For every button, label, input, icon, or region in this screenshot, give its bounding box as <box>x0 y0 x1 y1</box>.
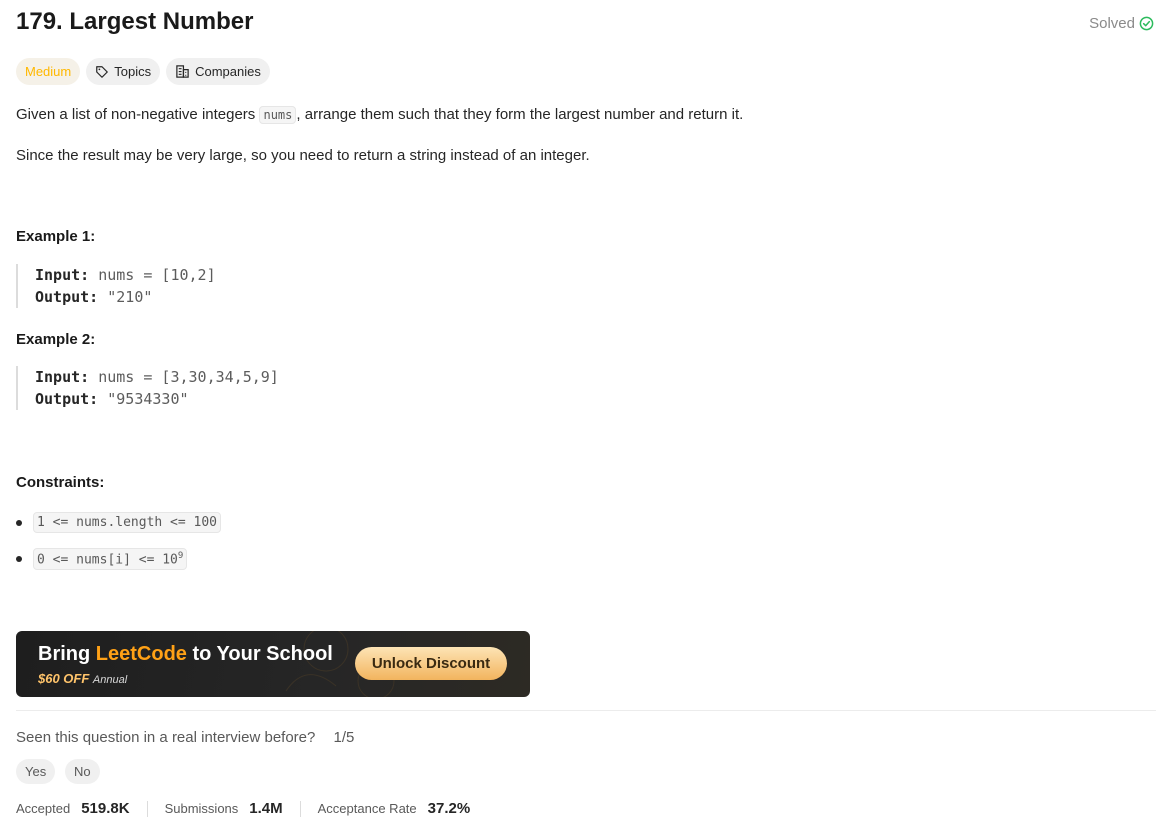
inline-code-nums: nums <box>259 106 297 124</box>
stats-separator <box>146 800 148 817</box>
no-button[interactable]: No <box>65 759 100 784</box>
solved-label: Solved <box>1089 15 1135 32</box>
banner-title-text: to Your School <box>192 643 333 665</box>
topics-label: Topics <box>114 64 152 79</box>
input-value: nums = [3,30,34,5,9] <box>98 368 279 386</box>
unlock-discount-button[interactable]: Unlock Discount <box>355 647 507 680</box>
description-text: , arrange them such that they form the l… <box>296 106 744 123</box>
example-1-block: Input: nums = [10,2] Output: "210" <box>16 264 216 308</box>
constraint-exponent: 9 <box>177 551 184 561</box>
offer-note: Annual <box>92 674 128 686</box>
accepted-label: Accepted <box>16 801 71 816</box>
building-icon <box>175 64 190 79</box>
acceptance-rate-value: 37.2% <box>427 800 471 817</box>
example-1-heading: Example 1: <box>16 228 96 245</box>
problem-tags: Medium Topics Companies <box>16 58 270 85</box>
check-circle-icon <box>1139 16 1154 31</box>
promo-banner[interactable]: Bring LeetCode to Your School $60 OFF An… <box>16 631 530 697</box>
constraints-heading: Constraints: <box>16 474 105 491</box>
solved-status: Solved <box>1089 15 1154 32</box>
yes-button[interactable]: Yes <box>16 759 56 784</box>
topics-button[interactable]: Topics <box>86 58 161 85</box>
difficulty-badge: Medium <box>16 58 81 85</box>
example-2-heading: Example 2: <box>16 331 96 348</box>
divider <box>16 710 1156 711</box>
constraint-item: 1 <= nums.length <= 100 <box>16 512 222 533</box>
question-pagination: 1/5 <box>333 729 355 746</box>
output-value: "9534330" <box>107 390 189 408</box>
constraint-text: 0 <= nums[i] <= 10 <box>37 552 178 568</box>
constraint-code: 1 <= nums.length <= 100 <box>33 512 222 533</box>
bullet <box>16 519 22 526</box>
constraint-item: 0 <= nums[i] <= 109 <box>16 548 188 571</box>
companies-label: Companies <box>195 64 261 79</box>
output-label: Output: <box>35 390 99 408</box>
bullet <box>16 556 22 563</box>
output-value: "210" <box>107 288 153 306</box>
description-paragraph-1: Given a list of non-negative integers nu… <box>16 106 744 124</box>
interview-question: Seen this question in a real interview b… <box>16 729 354 746</box>
companies-button[interactable]: Companies <box>166 58 270 85</box>
banner-title-text: Bring <box>38 643 91 665</box>
constraint-code: 0 <= nums[i] <= 109 <box>33 548 188 571</box>
offer-amount: $60 OFF <box>38 671 90 686</box>
accepted-value: 519.8K <box>81 800 130 817</box>
description-paragraph-2: Since the result may be very large, so y… <box>16 147 590 164</box>
acceptance-rate-label: Acceptance Rate <box>317 801 417 816</box>
banner-offer: $60 OFF Annual <box>38 671 127 686</box>
interview-question-text: Seen this question in a real interview b… <box>16 729 316 746</box>
output-label: Output: <box>35 288 99 306</box>
input-value: nums = [10,2] <box>98 266 216 284</box>
submissions-label: Submissions <box>164 801 239 816</box>
input-label: Input: <box>35 266 90 284</box>
submissions-value: 1.4M <box>249 800 283 817</box>
example-2-block: Input: nums = [3,30,34,5,9] Output: "953… <box>16 366 279 410</box>
input-label: Input: <box>35 368 90 386</box>
banner-brand: LeetCode <box>95 643 187 665</box>
description-text: Given a list of non-negative integers <box>16 106 256 123</box>
problem-title: 179. Largest Number <box>16 8 254 35</box>
tag-icon <box>95 65 109 79</box>
stats-bar: Accepted 519.8K Submissions 1.4M Accepta… <box>16 800 470 817</box>
banner-title: Bring LeetCode to Your School <box>38 643 333 666</box>
stats-separator <box>299 800 301 817</box>
